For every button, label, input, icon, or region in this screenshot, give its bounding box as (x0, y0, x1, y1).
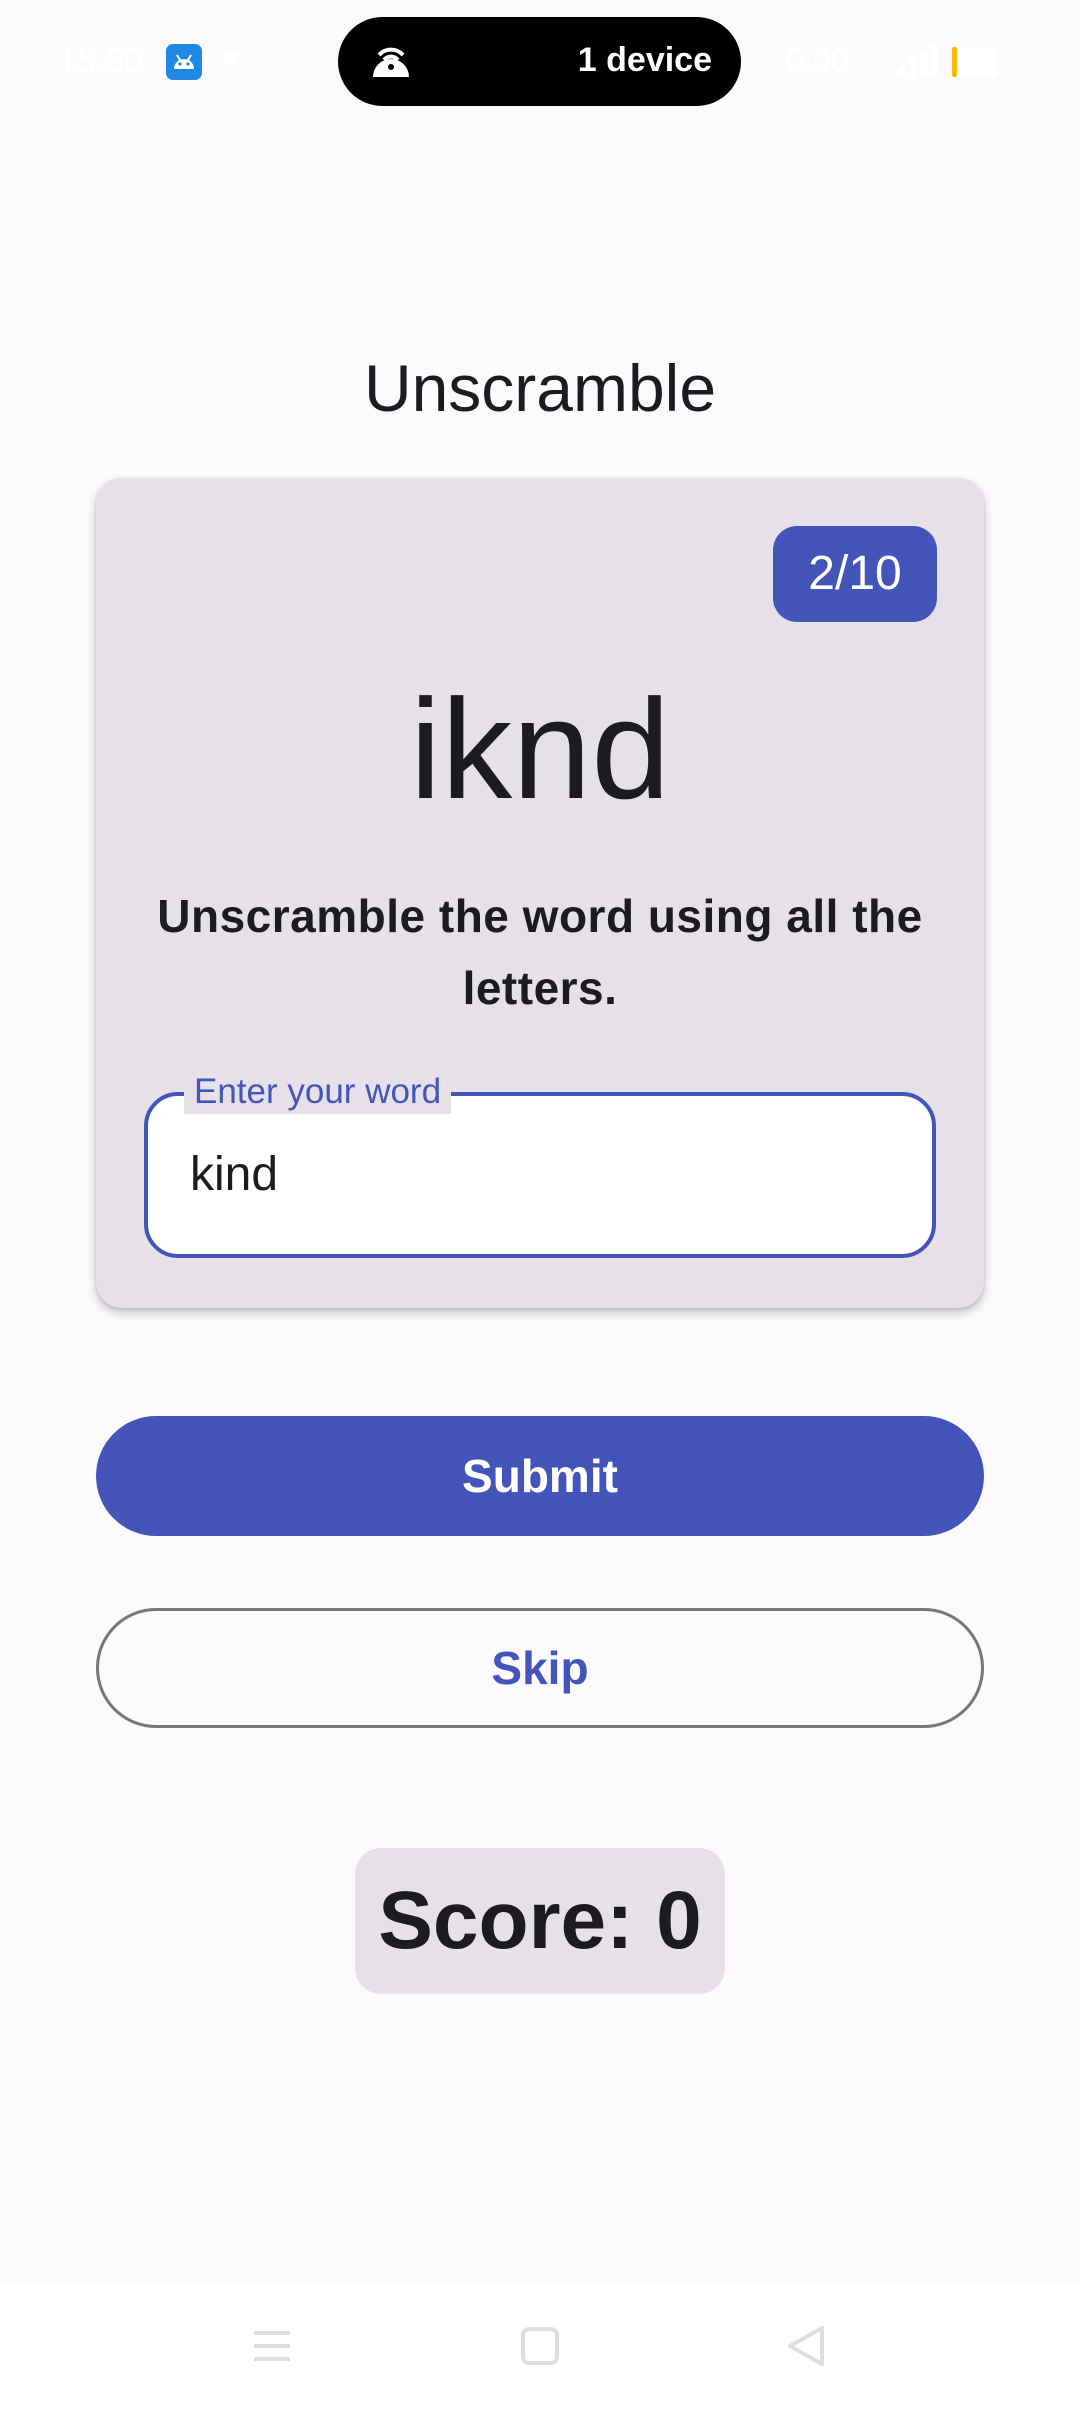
battery-body (957, 47, 997, 77)
submit-button[interactable]: Submit (96, 1416, 984, 1536)
navigation-bar (0, 2282, 1080, 2412)
word-input[interactable] (190, 1141, 890, 1207)
word-input-label: Enter your word (184, 1070, 452, 1114)
back-icon[interactable] (786, 2324, 826, 2373)
score-display: Score: 0 (355, 1848, 725, 1994)
signal-icon (896, 44, 940, 83)
instructions-text: Unscramble the word using all the letter… (157, 890, 923, 1014)
network-speed-text: 0.00 (786, 42, 849, 78)
menu-icon[interactable] (252, 2326, 292, 2371)
page-title: Unscramble (363, 351, 717, 425)
status-time: 15:50 (58, 42, 144, 80)
home-icon[interactable] (520, 2326, 560, 2371)
status-bar: 15:50 1 device 0.00 (0, 0, 1080, 120)
device-count-label: 1 device (577, 41, 712, 79)
skip-button[interactable]: Skip (96, 1608, 984, 1728)
word-count-badge: 2/10 (773, 526, 937, 622)
scrambled-word: iknd (409, 670, 671, 829)
notification-dot-icon (224, 52, 238, 66)
connected-devices-pill[interactable]: 1 device (338, 17, 741, 106)
word-input-field[interactable]: Enter your word (144, 1070, 936, 1258)
hotspot-icon (367, 37, 415, 90)
game-card: 2/10 iknd Unscramble the word using all … (96, 478, 984, 1308)
android-icon (166, 44, 202, 80)
